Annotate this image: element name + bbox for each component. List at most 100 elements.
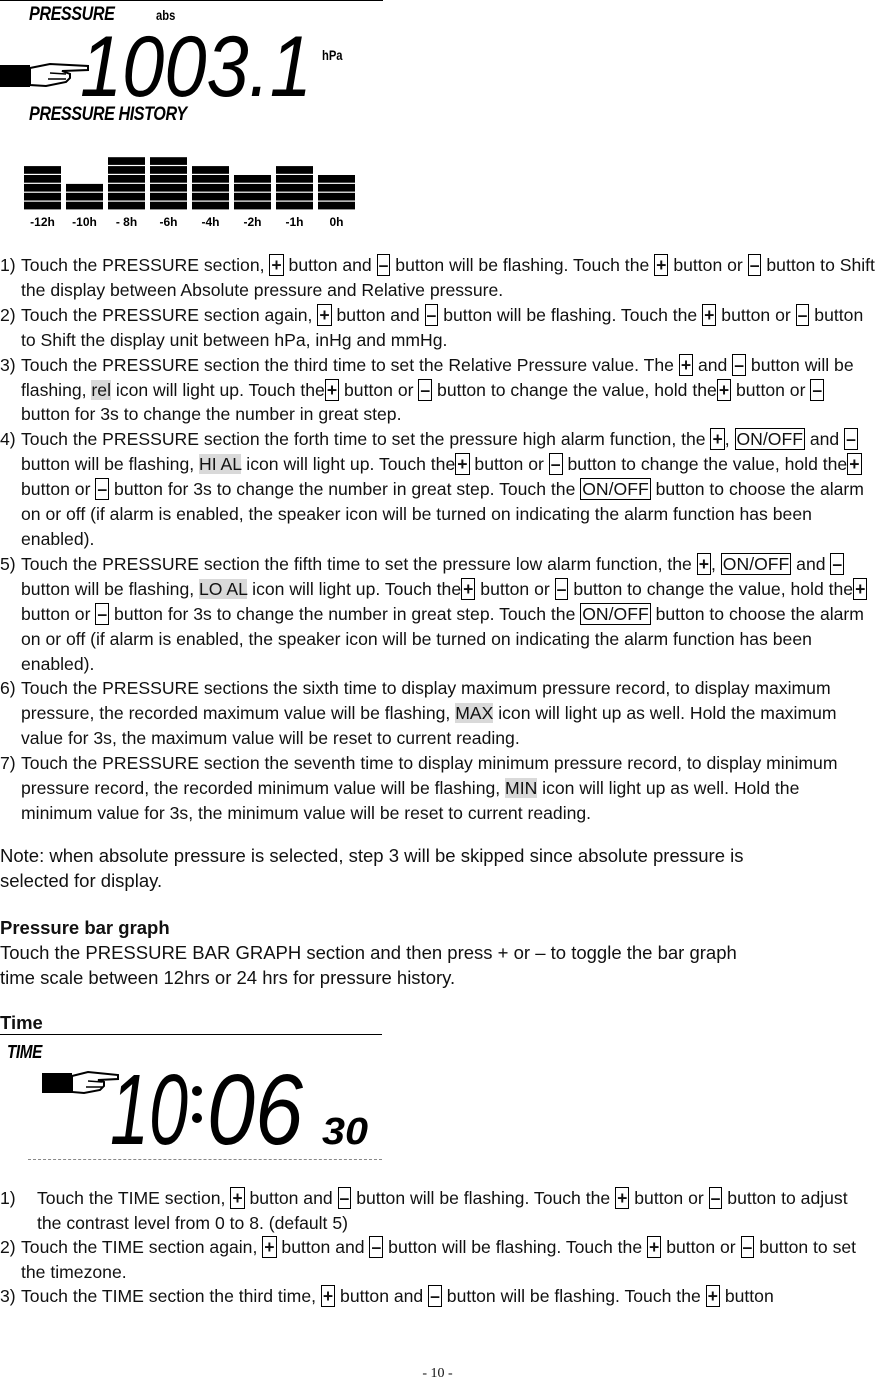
history-bar-segment <box>318 183 355 192</box>
history-bar-segment <box>192 166 229 174</box>
time-heading: Time <box>0 1012 43 1033</box>
minus-button-label: – <box>95 478 110 501</box>
step-text: button or <box>629 1188 709 1208</box>
history-tick-label: -4h <box>202 215 220 229</box>
step-text: button will be flashing, <box>21 454 199 475</box>
lcd-icon-label: MIN <box>505 778 538 799</box>
pressure-step: 5) Touch the PRESSURE section the fifth t… <box>0 552 875 677</box>
history-bar-segment <box>234 183 271 192</box>
step-text: button will be flashing. Touch the <box>441 1286 706 1306</box>
lcd-icon-label: LO AL <box>199 578 248 599</box>
step-text: button and <box>283 255 377 275</box>
history-bar-segment <box>318 201 355 210</box>
step-number: 7) <box>0 753 16 774</box>
pressure-lcd-label: PRESSURE <box>29 4 115 25</box>
history-bar-segment <box>150 166 187 174</box>
minus-button-label: – <box>554 577 569 600</box>
time-colon-top <box>192 1086 202 1096</box>
plus-button-label: + <box>269 254 284 276</box>
history-bar-segment <box>24 166 61 174</box>
plus-button-label: + <box>678 353 694 376</box>
history-bar-segment <box>150 201 187 210</box>
history-bar-segment <box>234 192 271 201</box>
time-lcd-label: TIME <box>7 1042 42 1062</box>
pressure-history-label: PRESSURE HISTORY <box>29 104 187 125</box>
step-text: Touch the PRESSURE section the forth tim… <box>21 429 711 450</box>
plus-button-label: + <box>647 1236 662 1258</box>
step-text: Touch the TIME section the third time, <box>21 1286 321 1306</box>
minus-button-label: – <box>548 453 563 476</box>
step-text: button <box>719 1286 774 1306</box>
plus-button-label: + <box>317 303 332 326</box>
plus-button-label: + <box>461 577 476 600</box>
step-text: button for 3s to change the number in gr… <box>109 479 581 500</box>
plus-button-label: + <box>262 1236 277 1258</box>
bar-graph-line-1: Touch the PRESSURE BAR GRAPH section and… <box>0 942 737 963</box>
step-number: 1) <box>0 1188 16 1208</box>
history-bar-segment <box>108 183 145 192</box>
on-off-button-label: ON/OFF <box>720 552 792 575</box>
time-seconds: 30 <box>322 1111 368 1151</box>
time-hours: 10 <box>110 1056 188 1151</box>
plus-button-label: + <box>324 378 340 401</box>
lcd-icon-label: rel <box>91 379 111 400</box>
minus-button-label: – <box>844 428 858 451</box>
history-bar-segment <box>276 183 313 192</box>
step-text: Touch the PRESSURE section, <box>21 255 270 275</box>
plus-button-label: + <box>230 1187 245 1209</box>
minus-button-label: – <box>376 254 391 276</box>
history-bar-segment <box>24 192 61 201</box>
pressure-step: 4) Touch the PRESSURE section the forth t… <box>0 427 875 552</box>
pressure-history-bar-chart[interactable]: -12h -10h - 8h -6h -4h -2h -1h 0h <box>20 150 370 235</box>
step-text: button or <box>339 379 419 400</box>
step-text: button to change the value, hold the <box>432 379 717 400</box>
time-lcd-figure: TIME 10 06 30 <box>0 1036 385 1161</box>
history-bar-segment <box>108 175 145 183</box>
step-text: button for 3s to change the number in gr… <box>109 603 581 624</box>
step-text: button will be flashing. Touch the <box>351 1188 616 1208</box>
plus-button-label: + <box>702 303 717 326</box>
pressure-step: 2) Touch the PRESSURE section again, + bu… <box>0 303 875 353</box>
step-text: button or <box>21 479 96 500</box>
time-colon-bottom <box>192 1113 202 1123</box>
note-paragraph: Note: when absolute pressure is selected… <box>0 843 875 893</box>
plus-button-label: + <box>654 254 669 276</box>
on-off-button-label: ON/OFF <box>734 428 805 451</box>
time-display: 10 06 30 <box>110 1056 368 1151</box>
step-text: button will be flashing, <box>21 578 199 599</box>
history-tick-label: - 8h <box>116 215 137 229</box>
history-bar-segment <box>150 175 187 183</box>
step-text: button and <box>244 1188 338 1208</box>
step-text: and <box>804 429 845 450</box>
history-bar-segment <box>24 183 61 192</box>
step-number: 3) <box>0 1286 16 1306</box>
pressure-step: 1) Touch the PRESSURE section, + button a… <box>0 253 875 303</box>
history-bar-segment <box>234 201 271 210</box>
step-number: 4) <box>0 429 16 450</box>
history-bar-segment <box>192 183 229 192</box>
pressure-unit: hPa <box>322 47 343 63</box>
step-text: button or <box>475 578 555 599</box>
history-tick-label: -10h <box>72 215 97 229</box>
history-bar-segment <box>66 192 103 201</box>
step-text: Touch the TIME section again, <box>21 1237 263 1257</box>
pressure-mode-indicator: abs <box>156 7 176 23</box>
minus-button-label: – <box>369 1236 384 1258</box>
figure-dashed-rule <box>28 1159 382 1160</box>
time-minutes: 06 <box>207 1056 303 1151</box>
history-bar-segment <box>276 201 313 210</box>
step-text: icon will light up. Touch the <box>241 454 456 475</box>
history-tick-label: -12h <box>30 215 55 229</box>
figure-top-rule <box>0 0 383 1</box>
step-text: icon will light up. Touch the <box>110 379 325 400</box>
step-text: button to change the value, hold the <box>562 454 848 475</box>
time-step: 3) Touch the TIME section the third time,… <box>0 1284 875 1309</box>
pressure-step: 7) Touch the PRESSURE section the seventh… <box>0 751 875 826</box>
step-text: button or <box>469 454 549 475</box>
step-number: 2) <box>0 304 16 325</box>
minus-button-label: – <box>337 1187 352 1209</box>
plus-button-label: + <box>455 453 470 476</box>
step-text: button to change the value, hold the <box>568 578 854 599</box>
history-bar-segment <box>108 166 145 174</box>
lcd-icon-label: MAX <box>455 703 494 724</box>
